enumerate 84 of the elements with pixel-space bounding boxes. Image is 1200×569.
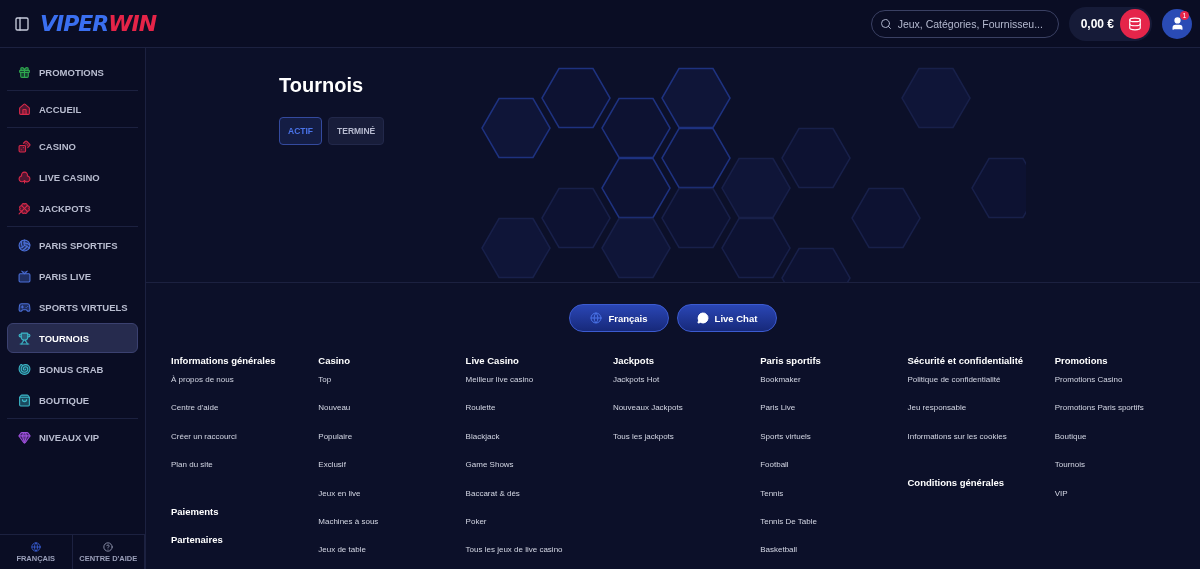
chat-icon xyxy=(696,312,709,324)
footer-link[interactable]: Baccarat & dés xyxy=(465,488,613,517)
bag-icon xyxy=(18,393,31,407)
sidebar-item[interactable]: LIVE CASINO xyxy=(7,162,138,192)
sidebar-item[interactable]: JACKPOTS xyxy=(7,193,138,223)
footer-link[interactable]: Roulette xyxy=(465,403,613,432)
footer-link[interactable]: Blackjack xyxy=(465,431,613,461)
footer-link[interactable]: Plan du site xyxy=(171,460,319,489)
sidebar-item[interactable]: NIVEAUX VIP xyxy=(7,422,138,452)
footer-link[interactable]: Populaire xyxy=(318,431,466,461)
footer-link[interactable]: Tennis xyxy=(760,488,908,517)
user-icon xyxy=(1169,16,1185,31)
footer-link[interactable]: Promotions Paris sportifs xyxy=(1054,403,1200,432)
footer-heading: Promotions xyxy=(1054,355,1109,366)
language-button[interactable]: Français xyxy=(569,304,669,332)
footer-link[interactable]: Poker xyxy=(465,516,613,546)
footer-heading: Paiements xyxy=(171,505,220,517)
footer-heading: Live Casino xyxy=(465,355,520,366)
footer-link[interactable]: Meilleur live casino xyxy=(465,375,613,404)
globe-icon xyxy=(30,541,41,552)
footer-link[interactable]: À propos de nous xyxy=(171,375,319,404)
sidebar-item[interactable]: PROMOTIONS xyxy=(7,57,138,87)
footer-link[interactable]: Centre d'aide xyxy=(171,403,319,432)
gift-icon xyxy=(18,65,31,79)
sidebar-item[interactable]: TOURNOIS xyxy=(7,323,138,353)
trophy-icon xyxy=(18,331,31,345)
footer-link[interactable]: Football xyxy=(760,460,908,489)
ball-icon xyxy=(18,238,31,252)
footer-link[interactable]: Bookmaker xyxy=(760,375,908,404)
footer-link[interactable]: Informations sur les cookies xyxy=(907,431,1055,461)
footer-heading: Sécurité et confidentialité xyxy=(907,355,1025,366)
footer-link[interactable]: Tennis De Table xyxy=(760,516,908,546)
tab[interactable]: ACTIF xyxy=(279,117,323,145)
footer-link[interactable]: Machines à sous xyxy=(318,516,466,546)
footer-link[interactable]: Game Shows xyxy=(465,460,613,489)
footer-heading: Informations générales xyxy=(171,355,277,366)
gamepad-icon xyxy=(18,300,31,314)
footer-link[interactable]: Boutique xyxy=(1054,431,1200,461)
logo[interactable]: VIPERWIN xyxy=(40,11,157,36)
footer-link[interactable]: Tous les jackpots xyxy=(612,431,761,461)
footer-link[interactable]: Promotions Casino xyxy=(1054,375,1200,404)
footer-heading: Partenaires xyxy=(171,533,224,545)
footer-link[interactable]: Sports virtuels xyxy=(760,431,908,461)
footer-link[interactable]: Basketball xyxy=(760,545,908,569)
coins-icon xyxy=(1128,16,1142,31)
tab[interactable]: TERMINÉ xyxy=(328,117,385,145)
footer-link[interactable]: Créer un raccourci xyxy=(171,431,319,461)
live-chat-button[interactable]: Live Chat xyxy=(677,304,777,332)
footer-link[interactable]: Nouveaux Jackpots xyxy=(612,403,761,432)
footer-link[interactable]: Exclusif xyxy=(318,460,466,489)
footer-link[interactable]: VIP xyxy=(1054,488,1200,517)
footer-link[interactable]: Jackpots Hot xyxy=(612,375,761,404)
footer-link[interactable]: Top xyxy=(318,375,466,404)
footer-link[interactable]: Jeux en live xyxy=(318,488,466,517)
home-icon xyxy=(18,102,31,116)
footer-link[interactable]: Jeux de table xyxy=(318,545,466,569)
footer-heading: Conditions générales xyxy=(907,477,1006,489)
sidebar-toggle-icon[interactable] xyxy=(14,15,30,32)
sidebar-item[interactable]: PARIS SPORTIFS xyxy=(7,230,138,260)
help-icon xyxy=(103,541,114,552)
footer-heading: Casino xyxy=(318,355,351,366)
footer-link[interactable]: Politique de confidentialité xyxy=(907,375,1055,404)
globe-icon xyxy=(590,312,603,324)
footer-link[interactable]: Tournois xyxy=(1054,460,1200,489)
search-icon xyxy=(879,17,892,30)
screen-icon xyxy=(18,269,31,283)
footer-heading: Paris sportifs xyxy=(760,355,822,366)
sidebar-item[interactable]: BONUS CRAB xyxy=(7,354,138,384)
page-title: Tournois xyxy=(279,74,365,97)
footer-heading: Jackpots xyxy=(612,355,656,366)
clover-icon xyxy=(18,201,31,215)
sidebar-item[interactable]: ACCUEIL xyxy=(7,94,138,124)
footer-link[interactable]: Jeu responsable xyxy=(907,403,1055,432)
search-field[interactable]: Jeux, Catégories, Fournisseu... xyxy=(870,9,1059,38)
footer-link[interactable]: Nouveau xyxy=(318,403,466,432)
sidebar-item[interactable]: PARIS LIVE xyxy=(7,261,138,291)
sidebar-item[interactable]: BOUTIQUE xyxy=(7,385,138,415)
balance-display[interactable]: 0,00 € xyxy=(1068,6,1152,41)
footer-link[interactable]: Tous les jeux de live casino xyxy=(465,545,613,569)
sidebar-item[interactable]: SPORTS VIRTUELS xyxy=(7,292,138,322)
footer-link[interactable]: Paris Live xyxy=(760,403,908,432)
wallet-button[interactable] xyxy=(1120,8,1150,39)
gem-icon xyxy=(18,430,31,444)
sidebar-item[interactable]: CASINO xyxy=(7,131,138,161)
